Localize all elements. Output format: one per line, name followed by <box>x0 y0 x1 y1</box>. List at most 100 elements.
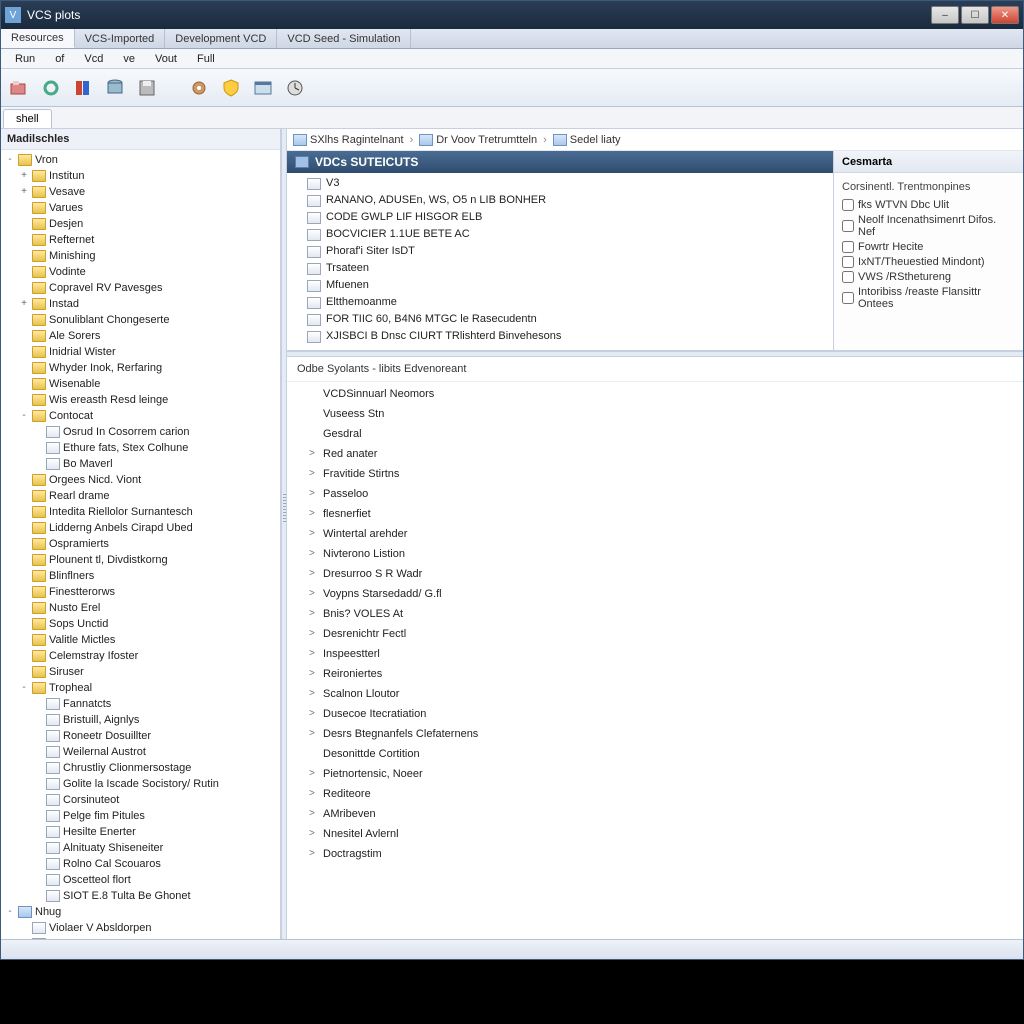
tree-node[interactable]: -Vron <box>1 152 280 168</box>
outline-item[interactable]: Desonittde Cortition <box>291 744 1019 764</box>
tree-node[interactable]: Corsinuteot <box>1 792 280 808</box>
outline-item[interactable]: >Rediteore <box>291 784 1019 804</box>
tree-node[interactable]: Whyder Inok, Rerfaring <box>1 360 280 376</box>
tree-node[interactable]: -Nhug <box>1 904 280 920</box>
tree-node[interactable]: Lidderng Anbels Cirapd Ubed <box>1 520 280 536</box>
vertical-splitter[interactable] <box>281 129 287 939</box>
list-item[interactable]: V3 <box>287 175 833 192</box>
tree-node[interactable]: Minishing <box>1 248 280 264</box>
tool-open-icon[interactable] <box>7 76 31 100</box>
menu-item[interactable]: of <box>45 51 74 67</box>
outline-item[interactable]: >Passeloo <box>291 484 1019 504</box>
tree-node[interactable]: Sops Unctid <box>1 616 280 632</box>
outline-item[interactable]: >Scalnon Lloutor <box>291 684 1019 704</box>
tool-window-icon[interactable] <box>251 76 275 100</box>
tree-node[interactable]: Hesilte Enerter <box>1 824 280 840</box>
tree-node[interactable]: Bo Maverl <box>1 456 280 472</box>
tree-node[interactable]: Golite la Iscade Socistory/ Rutin <box>1 776 280 792</box>
tool-flag-icon[interactable] <box>71 76 95 100</box>
outline-item[interactable]: >Inspeestterl <box>291 644 1019 664</box>
outline-item[interactable]: >flesnerfiet <box>291 504 1019 524</box>
tree-node[interactable]: Inidrial Wister <box>1 344 280 360</box>
outline-item[interactable]: >Desrs Btegnanfels Clefaternens <box>291 724 1019 744</box>
outline-item[interactable]: >Bnis? VOLES At <box>291 604 1019 624</box>
breadcrumb-segment[interactable]: Dr Voov Tretrumtteln <box>419 134 537 146</box>
property-checkbox[interactable]: Intoribiss /reaste Flansittr Ontees <box>842 286 1015 310</box>
tree-node[interactable]: Alnituaty Shiseneiter <box>1 840 280 856</box>
tree-node[interactable]: SIOT E.8 Tulta Be Ghonet <box>1 888 280 904</box>
tree-node[interactable]: -Tropheal <box>1 680 280 696</box>
tree-node[interactable]: Roneetr Dosuillter <box>1 728 280 744</box>
outline-item[interactable]: >Doctragstim <box>291 844 1019 864</box>
outline-item[interactable]: >Nnesitel Avlernl <box>291 824 1019 844</box>
tree-node[interactable]: Refternet <box>1 232 280 248</box>
tree-node[interactable]: Desjen <box>1 216 280 232</box>
list-item[interactable]: XJISBCI B Dnsc CIURT TRlishterd Binvehes… <box>287 328 833 345</box>
tree-node[interactable]: Vodinte <box>1 264 280 280</box>
tree-node[interactable]: Wis ereasth Resd leinge <box>1 392 280 408</box>
menu-item[interactable]: Run <box>5 51 45 67</box>
tree-node[interactable]: Weilernal Austrot <box>1 744 280 760</box>
tree-node[interactable]: +Institun <box>1 168 280 184</box>
doc-tab[interactable]: Resources <box>1 29 75 48</box>
tree-node[interactable]: Sonuliblant Chongeserte <box>1 312 280 328</box>
tool-refresh-icon[interactable] <box>39 76 63 100</box>
tree-node[interactable]: Ale Sorers <box>1 328 280 344</box>
tree-node[interactable]: Violaer V Absldorpen <box>1 920 280 936</box>
tree-node[interactable]: Pelge fim Pitules <box>1 808 280 824</box>
tree-node[interactable]: Celemstray Ifoster <box>1 648 280 664</box>
outline-item[interactable]: >Fravitide Stirtns <box>291 464 1019 484</box>
tree-node[interactable]: -Contocat <box>1 408 280 424</box>
tool-shield-icon[interactable] <box>219 76 243 100</box>
tool-gear-icon[interactable] <box>187 76 211 100</box>
outline-item[interactable]: Vuseess Stn <box>291 404 1019 424</box>
menu-item[interactable]: Full <box>187 51 225 67</box>
list-item[interactable]: CODE GWLP LIF HISGOR ELB <box>287 209 833 226</box>
tree-node[interactable]: Siruser <box>1 664 280 680</box>
tree-node[interactable]: Valitle Mictles <box>1 632 280 648</box>
maximize-button[interactable]: ☐ <box>961 6 989 24</box>
tree-node[interactable]: Nusto Erel <box>1 600 280 616</box>
property-checkbox[interactable]: Fowrtr Hecite <box>842 241 1015 253</box>
outline-item[interactable]: >Desrenichtr Fectl <box>291 624 1019 644</box>
outline-item[interactable]: >AMribeven <box>291 804 1019 824</box>
tree-node[interactable]: Bristuill, Aignlys <box>1 712 280 728</box>
tree-node[interactable]: Finestterorws <box>1 584 280 600</box>
tree-node[interactable]: Oscetteol flort <box>1 872 280 888</box>
property-checkbox[interactable]: IxNT/Theuestied Mindont) <box>842 256 1015 268</box>
outline-item[interactable]: VCDSinnuarl Neomors <box>291 384 1019 404</box>
doc-tab[interactable]: Development VCD <box>165 29 277 48</box>
tree-node[interactable]: Orgees Nicd. Viont <box>1 472 280 488</box>
tool-db-icon[interactable] <box>103 76 127 100</box>
tree-node[interactable]: Rolno Cal Scouaros <box>1 856 280 872</box>
doc-tab[interactable]: VCD Seed - Simulation <box>277 29 411 48</box>
property-checkbox[interactable]: VWS /RSthetureng <box>842 271 1015 283</box>
outline-item[interactable]: >Reironiertes <box>291 664 1019 684</box>
property-checkbox[interactable]: Neolf Incenathsimenrt Difos. Nef <box>842 214 1015 238</box>
tree-node[interactable]: Plounent tl, Divdistkorng <box>1 552 280 568</box>
tree-node[interactable]: Ospramierts <box>1 536 280 552</box>
list-item[interactable]: Mfuenen <box>287 277 833 294</box>
list-item[interactable]: RANANO, ADUSEn, WS, O5 n LIB BONHER <box>287 192 833 209</box>
tree-node[interactable]: Osrud In Cosorrem carion <box>1 424 280 440</box>
tree-node[interactable]: Chrustliy Clionmersostage <box>1 760 280 776</box>
tree-node[interactable]: Blinflners <box>1 568 280 584</box>
close-button[interactable]: ✕ <box>991 6 1019 24</box>
tree-node[interactable]: Fannatcts <box>1 696 280 712</box>
tree-node[interactable]: Copravel RV Pavesges <box>1 280 280 296</box>
outline-item[interactable]: >Nivterono Listion <box>291 544 1019 564</box>
outline-item[interactable]: >Dresurroo S R Wadr <box>291 564 1019 584</box>
tree-node[interactable]: +Instad <box>1 296 280 312</box>
outline-item[interactable]: >Dusecoe Itecratiation <box>291 704 1019 724</box>
outline-item[interactable]: >Pietnortensic, Noeer <box>291 764 1019 784</box>
tree-node[interactable]: Ethure fats, Stex Colhune <box>1 440 280 456</box>
outline-item[interactable]: >Red anater <box>291 444 1019 464</box>
tree-node[interactable]: Varues <box>1 200 280 216</box>
minimize-button[interactable]: – <box>931 6 959 24</box>
list-item[interactable]: FOR TIIC 60, B4N6 MTGC le Rasecudentn <box>287 311 833 328</box>
list-item[interactable]: Phoraf'i Siter IsDT <box>287 243 833 260</box>
outline-item[interactable]: Gesdral <box>291 424 1019 444</box>
list-item[interactable]: Eltthemoanme <box>287 294 833 311</box>
menu-item[interactable]: Vout <box>145 51 187 67</box>
tree-node[interactable]: Rearl drame <box>1 488 280 504</box>
